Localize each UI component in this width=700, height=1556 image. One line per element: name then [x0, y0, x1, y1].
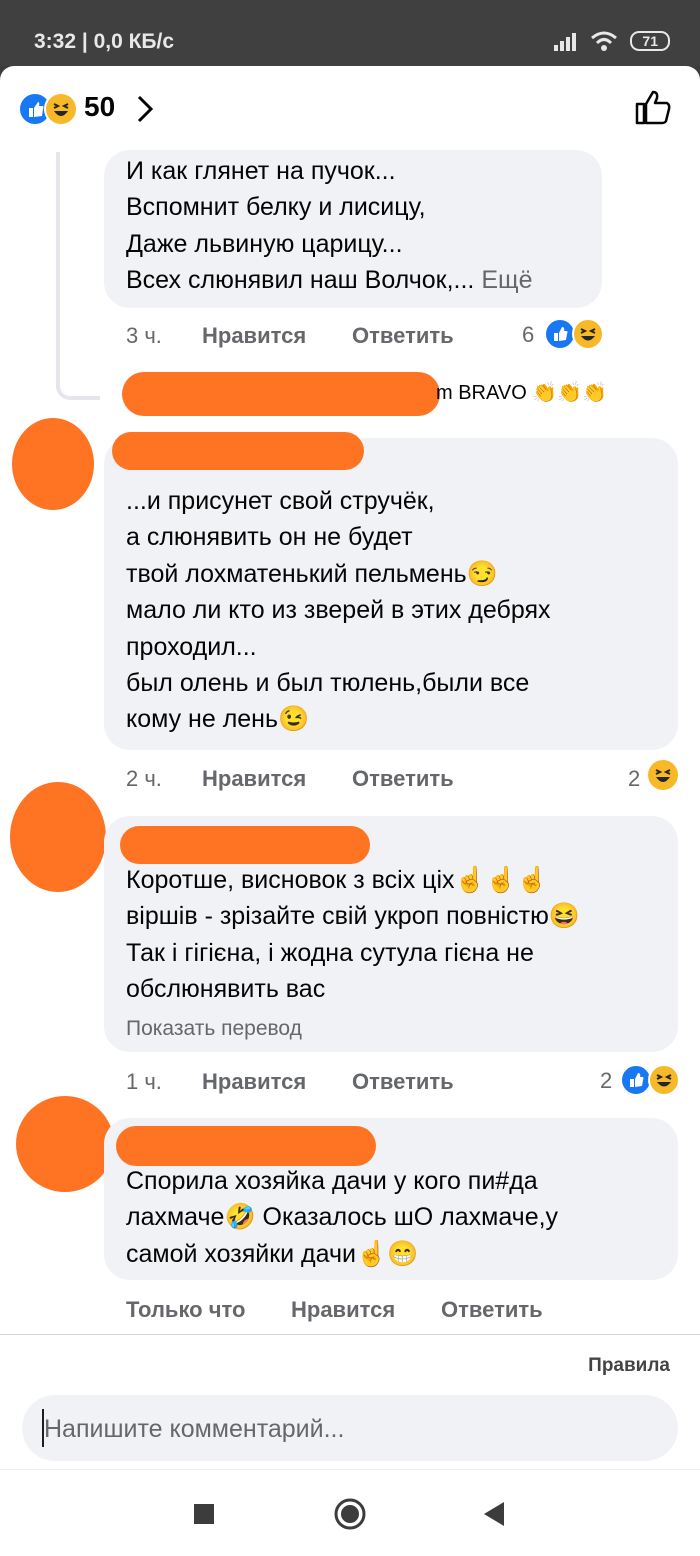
like-button[interactable]: Нравится	[202, 766, 306, 792]
haha-reaction-icon	[572, 318, 604, 350]
reply-button[interactable]: Ответить	[352, 323, 454, 349]
reactions-header[interactable]: 50	[0, 66, 700, 150]
comment-text: И как глянет на пучок... Вспомнит белку …	[104, 150, 602, 299]
status-icons: 71	[552, 30, 670, 52]
redacted-avatar	[12, 418, 94, 510]
redacted-author-name	[116, 1126, 376, 1166]
redacted-avatar	[16, 1096, 114, 1192]
status-time: 3:32 | 0,0 КБ/с	[34, 30, 175, 53]
like-button[interactable]: Нравится	[291, 1297, 395, 1323]
comment-bubble: ...и присунет свой стручёк, а слюнявить …	[104, 432, 678, 750]
reaction-count: 50	[84, 91, 116, 122]
comment-input-wrapper[interactable]	[22, 1395, 678, 1463]
comment-time: 3 ч.	[126, 323, 162, 348]
signal-icon	[554, 33, 577, 51]
recent-apps-icon[interactable]	[192, 1502, 216, 1526]
like-page-icon[interactable]	[634, 88, 672, 126]
reaction-count[interactable]: 2	[628, 766, 640, 792]
comment-composer: Правила	[0, 1334, 700, 1556]
comment-time: Только что	[126, 1297, 246, 1322]
reply-button[interactable]: Ответить	[441, 1297, 543, 1323]
text-caret	[42, 1409, 44, 1447]
chevron-right-icon[interactable]	[136, 94, 154, 124]
battery-indicator: 71	[630, 31, 670, 51]
system-nav-bar	[0, 1469, 700, 1556]
comment-bubble: Спорила хозяйка дачи у кого пи#да лахмач…	[104, 1118, 678, 1280]
redacted-author-name	[112, 432, 364, 470]
haha-reaction-icon	[648, 1064, 680, 1096]
redacted-avatar	[10, 782, 106, 892]
back-icon[interactable]	[480, 1500, 506, 1528]
like-button[interactable]: Нравится	[202, 1069, 306, 1095]
home-icon[interactable]	[332, 1496, 368, 1532]
comment-time: 2 ч.	[126, 766, 162, 791]
comment-body: И как глянет на пучок... Вспомнит белку …	[126, 157, 475, 295]
reply-button[interactable]: Ответить	[352, 1069, 454, 1095]
comment-bubble: И как глянет на пучок... Вспомнит белку …	[104, 150, 602, 308]
show-translation-link[interactable]: Показать перевод	[126, 1017, 302, 1041]
reaction-count[interactable]: 2	[600, 1068, 612, 1094]
see-more-link[interactable]: Ещё	[481, 266, 532, 294]
rules-link[interactable]: Правила	[588, 1355, 670, 1377]
reply-thread-line	[56, 152, 100, 400]
comments-sheet: 50 И как глянет на пучок... Вспомнит бел…	[0, 66, 700, 1556]
reply-preview-text[interactable]: m BRAVO 👏👏👏	[436, 380, 607, 405]
comment-text: ...и присунет свой стручёк, а слюнявить …	[126, 487, 551, 734]
comment-time: 1 ч.	[126, 1069, 162, 1094]
redacted-reply-author	[122, 372, 440, 416]
haha-reaction-icon	[44, 92, 78, 126]
comment-input[interactable]	[42, 1395, 646, 1463]
like-button[interactable]: Нравится	[202, 323, 306, 349]
reaction-count[interactable]: 6	[522, 322, 534, 348]
status-bar: 3:32 | 0,0 КБ/с 71	[0, 0, 700, 66]
reply-button[interactable]: Ответить	[352, 766, 454, 792]
redacted-author-name	[120, 826, 370, 864]
haha-reaction-icon	[648, 760, 678, 790]
wifi-icon	[591, 31, 618, 51]
reaction-summary	[18, 92, 80, 126]
